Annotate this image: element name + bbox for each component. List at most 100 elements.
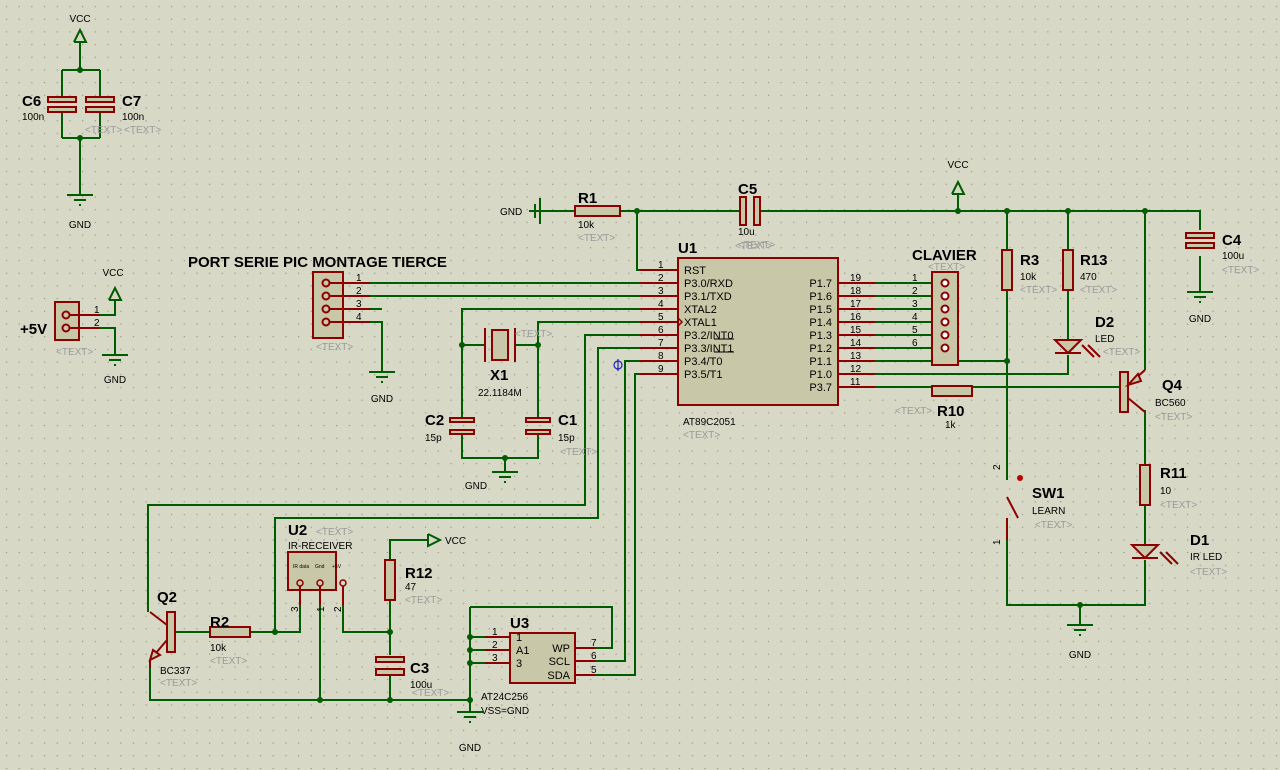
pin-number: 1 xyxy=(356,273,362,284)
pin-number: 18 xyxy=(850,286,862,297)
r3-ref: R3 xyxy=(1020,252,1039,269)
pin-number: 4 xyxy=(912,312,918,323)
placeholder-text: <TEXT> xyxy=(1020,285,1057,296)
pin-number: 1 xyxy=(912,273,918,284)
capacitor-plate xyxy=(739,196,747,226)
placeholder-text: <TEXT> xyxy=(515,329,552,340)
c7-value: 100n xyxy=(122,112,144,123)
q4-value: BC560 xyxy=(1155,398,1186,409)
placeholder-text: <TEXT> xyxy=(124,125,161,136)
gnd-label: GND xyxy=(104,375,126,386)
pin-name: 1 xyxy=(516,632,522,644)
pin-number: 19 xyxy=(850,273,862,284)
r11-value: 10 xyxy=(1160,486,1172,497)
pin-number: 2 xyxy=(658,273,664,284)
pin-number: 2 xyxy=(333,606,344,612)
gnd-label: GND xyxy=(500,207,522,218)
pin-name: 3 xyxy=(516,658,522,670)
resistor-body xyxy=(574,205,621,217)
capacitor-plate xyxy=(449,417,475,423)
capacitor-plate xyxy=(47,106,77,113)
pin-name: Gnd xyxy=(315,564,325,570)
vcc-label: VCC xyxy=(69,14,90,25)
c5-ref: C5 xyxy=(738,181,757,198)
r2-ref: R2 xyxy=(210,614,229,631)
capacitor-plate xyxy=(47,96,77,103)
c1-ref: C1 xyxy=(558,412,577,429)
resistor-body xyxy=(1062,249,1074,291)
pin-name: P1.1 xyxy=(809,356,832,368)
pin-number: 2 xyxy=(992,464,1003,470)
placeholder-text: <TEXT> xyxy=(56,347,93,358)
pin-number: 15 xyxy=(850,325,862,336)
placeholder-text: <TEXT> xyxy=(560,447,597,458)
r12-ref: R12 xyxy=(405,565,433,582)
d2-value: LED xyxy=(1095,334,1114,345)
junction-dot xyxy=(459,342,465,348)
pin-number: 17 xyxy=(850,299,862,310)
pin-name: XTAL1 xyxy=(684,317,717,329)
r10-ref: R10 xyxy=(937,403,965,420)
pin-name: +5V xyxy=(332,564,342,570)
pin-name: XTAL2 xyxy=(684,304,717,316)
pin-circle xyxy=(940,330,950,340)
pin-number: 3 xyxy=(658,286,664,297)
sw1-value: LEARN xyxy=(1032,506,1065,517)
u2-value: IR-RECEIVER xyxy=(288,541,352,552)
c6-value: 100n xyxy=(22,112,44,123)
r13-value: 470 xyxy=(1080,272,1097,283)
pin-number: 1 xyxy=(316,606,327,612)
pin-name: P3.5/T1 xyxy=(684,369,723,381)
c7-ref: C7 xyxy=(122,93,141,110)
r11-ref: R11 xyxy=(1160,465,1187,482)
u3-vss-note: VSS=GND xyxy=(481,706,529,717)
junction-dot xyxy=(1004,358,1010,364)
gnd-label: GND xyxy=(371,394,393,405)
pin-number: 3 xyxy=(290,606,301,612)
placeholder-text: <TEXT> xyxy=(1155,412,1192,423)
power-connector xyxy=(54,301,80,341)
pin-name: P3.3/INT1 xyxy=(684,343,734,355)
pin-number: 1 xyxy=(492,627,498,638)
capacitor-plate xyxy=(85,106,115,113)
vcc-label: VCC xyxy=(102,268,123,279)
junction-dot xyxy=(1077,602,1083,608)
pin-name: P3.7 xyxy=(809,382,832,394)
r1-ref: R1 xyxy=(578,190,597,207)
pin-number: 4 xyxy=(356,312,362,323)
junction-dot xyxy=(467,697,473,703)
resistor-body xyxy=(1001,249,1013,291)
junction-dot xyxy=(1142,208,1148,214)
u3-value: AT24C256 xyxy=(481,692,529,703)
pin-number: 7 xyxy=(658,338,664,349)
c3-ref: C3 xyxy=(410,660,429,677)
placeholder-text: <TEXT> xyxy=(683,430,720,441)
placeholder-text: <TEXT> xyxy=(316,342,353,353)
junction-dot xyxy=(467,647,473,653)
u2-ir-receiver-body xyxy=(287,551,337,591)
junction-dot xyxy=(1004,208,1010,214)
d2-ref: D2 xyxy=(1095,314,1114,331)
placeholder-text: <TEXT> xyxy=(1080,285,1117,296)
capacitor-plate xyxy=(449,429,475,435)
placeholder-text: <TEXT> xyxy=(1190,567,1227,578)
r2-value: 10k xyxy=(210,643,227,654)
placeholder-text: <TEXT> xyxy=(895,406,932,417)
q4-ref: Q4 xyxy=(1162,377,1183,394)
power-connector-ref: +5V xyxy=(20,321,47,338)
junction-dot xyxy=(467,634,473,640)
capacitor-plate xyxy=(375,656,405,663)
pin-name: P1.7 xyxy=(809,278,832,290)
junction-dot xyxy=(272,629,278,635)
r1-value: 10k xyxy=(578,220,595,231)
pin-number: 2 xyxy=(356,286,362,297)
c6-ref: C6 xyxy=(22,93,41,110)
capacitor-plate xyxy=(525,417,551,423)
schematic-canvas[interactable]: VCC GND VCC GND GND GND GND VCC GND GND VCC GND C6 10… xyxy=(0,0,1280,770)
pin-name: A1 xyxy=(516,645,529,657)
pin-number: 4 xyxy=(658,299,664,310)
placeholder-text: <TEXT> xyxy=(928,262,965,273)
pin-number: 2 xyxy=(492,640,498,651)
pin-number: 1 xyxy=(94,305,100,316)
pin-name: P1.2 xyxy=(809,343,832,355)
